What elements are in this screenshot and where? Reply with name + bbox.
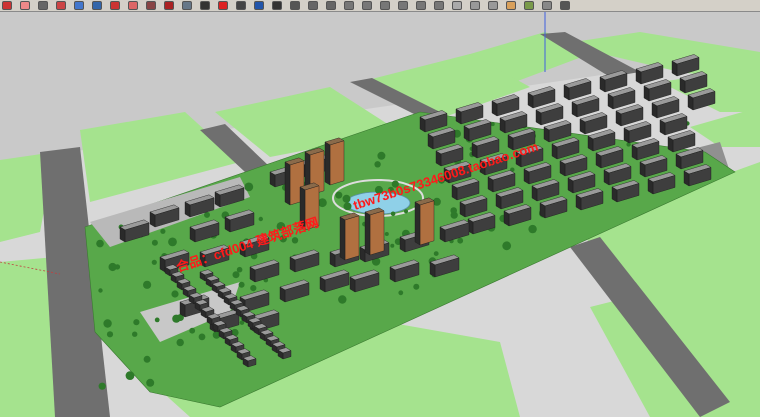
x-ray-tool-button[interactable] [452, 1, 462, 10]
tree [96, 239, 104, 248]
wireframe-tool-button[interactable] [470, 1, 480, 10]
next-tool-button[interactable] [326, 1, 336, 10]
zoom-tool-button[interactable] [272, 1, 282, 10]
tree [143, 355, 151, 363]
tree [250, 285, 257, 292]
scale-tool-button[interactable] [146, 1, 156, 10]
tree [433, 251, 439, 256]
tree [98, 288, 103, 293]
iso-tool-button[interactable] [344, 1, 354, 10]
tower-building [299, 182, 320, 231]
tree [374, 185, 383, 194]
tree [384, 232, 389, 236]
tree [244, 182, 254, 192]
text-tool-button[interactable] [200, 1, 210, 10]
tree [133, 319, 140, 326]
tree [338, 295, 347, 304]
tape-tool-button[interactable] [182, 1, 192, 10]
select-tool-button[interactable] [2, 1, 12, 10]
push-pull-tool-button[interactable] [92, 1, 102, 10]
pan-tool-button[interactable] [254, 1, 264, 10]
tree [318, 198, 327, 208]
tree [171, 290, 179, 298]
offset-tool-button[interactable] [164, 1, 174, 10]
tree [391, 180, 399, 188]
tree [374, 161, 381, 168]
top-tool-button[interactable] [362, 1, 372, 10]
move-tool-button[interactable] [110, 1, 120, 10]
tree [390, 211, 396, 217]
tree [335, 191, 343, 199]
tree [403, 209, 409, 214]
tree [276, 222, 286, 231]
villa [242, 355, 257, 368]
tree [132, 331, 138, 337]
tree [279, 235, 287, 243]
tree [189, 327, 196, 334]
hidden-line-tool-button[interactable] [488, 1, 498, 10]
tree [146, 378, 155, 387]
tree [387, 186, 394, 193]
tree [232, 271, 240, 279]
shaded-tool-button[interactable] [506, 1, 516, 10]
tree [450, 207, 458, 214]
tree [114, 264, 121, 270]
tree [528, 224, 537, 234]
tree [103, 319, 112, 328]
zoom-extents-tool-button[interactable] [290, 1, 300, 10]
front-tool-button[interactable] [380, 1, 390, 10]
tree [258, 216, 263, 222]
tree [151, 259, 157, 265]
tree [502, 241, 512, 251]
tree [160, 228, 166, 234]
shadows-tool-button[interactable] [560, 1, 570, 10]
left-tool-button[interactable] [434, 1, 444, 10]
tree [151, 239, 158, 246]
toolbar [0, 0, 760, 12]
tower-building [324, 137, 345, 186]
orbit-tool-button[interactable] [236, 1, 246, 10]
tree [106, 331, 114, 338]
arc-tool-button[interactable] [56, 1, 66, 10]
tree [125, 371, 135, 380]
tower-building [364, 207, 385, 256]
tree [291, 237, 299, 244]
tree [457, 237, 464, 244]
tree [154, 317, 160, 323]
paint-tool-button[interactable] [218, 1, 228, 10]
tree [342, 194, 351, 203]
eraser-tool-button[interactable] [20, 1, 30, 10]
monochrome-tool-button[interactable] [542, 1, 552, 10]
villa [277, 347, 292, 360]
tree [490, 122, 495, 127]
tree [168, 237, 177, 247]
tree [143, 280, 152, 289]
rectangle-tool-button[interactable] [74, 1, 84, 10]
model-viewport[interactable] [0, 12, 760, 417]
right-tool-button[interactable] [398, 1, 408, 10]
back-tool-button[interactable] [416, 1, 426, 10]
textured-tool-button[interactable] [524, 1, 534, 10]
tree [413, 283, 420, 290]
tree [98, 382, 106, 390]
tree [398, 290, 404, 296]
tree [343, 202, 352, 211]
pencil-tool-button[interactable] [38, 1, 48, 10]
tree [377, 151, 386, 160]
tree [198, 333, 206, 341]
previous-tool-button[interactable] [308, 1, 318, 10]
tree [176, 338, 184, 347]
rotate-tool-button[interactable] [128, 1, 138, 10]
tree [204, 211, 210, 218]
tree [390, 243, 395, 248]
tower-building [414, 197, 435, 246]
tower-building [339, 212, 360, 261]
tree [238, 281, 245, 288]
